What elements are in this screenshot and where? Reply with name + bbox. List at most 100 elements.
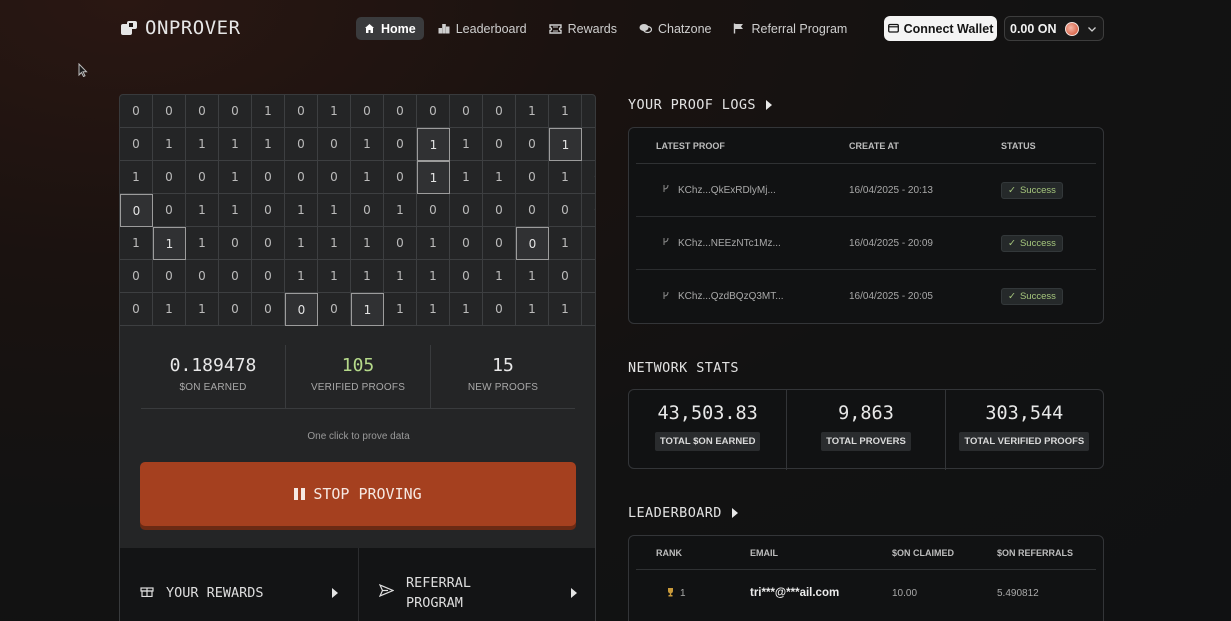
wallet-icon [887, 22, 899, 36]
grid-cell: 1 [318, 260, 351, 293]
grid-cell: 0 [516, 227, 549, 260]
status-badge: ✓ Success [1001, 288, 1063, 305]
grid-cell: 0 [483, 293, 516, 326]
grid-cell: 0 [252, 194, 285, 227]
balance-dropdown[interactable]: 0.00 ON [1004, 16, 1104, 41]
grid-cell: 0 [318, 161, 351, 194]
grid-cell: 1 [153, 293, 186, 326]
nav-referral-program[interactable]: Referral Program [725, 17, 855, 40]
proof-created: 16/04/2025 - 20:05 [849, 291, 933, 302]
referrals-value: 5.490812 [997, 587, 1039, 599]
grid-cell: 0 [219, 293, 252, 326]
table-row[interactable]: KChz...QzdBQzQ3MT... 16/04/2025 - 20:05 … [636, 270, 1096, 323]
your-rewards-label: YOUR REWARDS [166, 585, 264, 601]
stat-label: NEW PROOFS [467, 382, 539, 393]
grid-cell: 1 [285, 194, 318, 227]
proof-id: KChz...QzdBQzQ3MT... [656, 291, 849, 303]
nav-leaderboard[interactable]: Leaderboard [430, 17, 535, 40]
proof-id-text: KChz...QzdBQzQ3MT... [678, 291, 784, 302]
grid-cell: 1 [582, 128, 595, 161]
grid-cell: 0 [351, 95, 384, 128]
stat-on-earned: 0.189478 $ON EARNED [141, 345, 286, 408]
your-rewards-link[interactable]: YOUR REWARDS [120, 548, 359, 621]
connect-wallet-button[interactable]: Connect Wallet [884, 16, 997, 41]
grid-cell: 1 [417, 161, 450, 194]
status-text: Success [1019, 237, 1056, 249]
stop-proving-button[interactable]: STOP PROVING [140, 462, 576, 526]
grid-cell: 1 [549, 227, 582, 260]
trophy-icon [666, 587, 675, 600]
net-stat-label: TOTAL PROVERS [821, 432, 911, 451]
col-create-at: CREATE AT [849, 140, 899, 151]
grid-cell: 0 [252, 161, 285, 194]
nav-chatzone[interactable]: Chatzone [631, 17, 720, 40]
grid-cell: 1 [318, 227, 351, 260]
grid-cell: 0 [285, 128, 318, 161]
grid-cell: 0 [351, 194, 384, 227]
grid-cell: 1 [384, 260, 417, 293]
grid-cell: 0 [417, 95, 450, 128]
col-on-claimed: $ON CLAIMED [892, 547, 955, 558]
referral-program-link[interactable]: REFERRAL PROGRAM [359, 548, 595, 621]
col-latest-proof: LATEST PROOF [656, 140, 725, 151]
grid-cell: 0 [417, 194, 450, 227]
net-stat-label: TOTAL VERIFIED PROOFS [959, 432, 1090, 451]
flag-icon [733, 23, 745, 34]
grid-cell: 1 [549, 293, 582, 326]
chevron-down-icon [1087, 20, 1097, 38]
grid-cell: 1 [186, 194, 219, 227]
grid-cell: 1 [285, 227, 318, 260]
proof-id: KChz...NEEzNTc1Mz... [656, 237, 849, 249]
nav-rewards[interactable]: Rewards [541, 17, 625, 40]
email-value: tri***@***ail.com [750, 587, 840, 599]
stop-proving-label: STOP PROVING [313, 485, 422, 503]
grid-cell: 1 [417, 128, 450, 161]
grid-cell: 1 [417, 227, 450, 260]
grid-cell: 0 [120, 128, 153, 161]
send-icon [378, 583, 395, 602]
grid-cell: 0 [120, 293, 153, 326]
grid-cell: 0 [483, 194, 516, 227]
col-rank: RANK [656, 547, 682, 558]
grid-cell: 1 [186, 128, 219, 161]
nav-home[interactable]: Home [356, 17, 424, 40]
stat-label: $ON EARNED [179, 382, 247, 393]
branch-icon [662, 184, 670, 196]
table-row[interactable]: KChz...QkExRDlyMj... 16/04/2025 - 20:13 … [636, 164, 1096, 217]
chevron-right-icon [731, 508, 738, 518]
net-stat-total-provers: 9,863 TOTAL PROVERS [787, 390, 946, 470]
grid-cell: 0 [483, 128, 516, 161]
grid-cell: 0 [186, 95, 219, 128]
net-stat-label: TOTAL $ON EARNED [654, 432, 761, 451]
table-row[interactable]: 1 tri***@***ail.com 10.00 5.490812 [636, 570, 1096, 616]
grid-cell: 0 [516, 128, 549, 161]
grid-cell: 0 [153, 260, 186, 293]
grid-cell: 0 [384, 161, 417, 194]
logo-text: ONPROVER [145, 17, 241, 39]
chevron-right-icon [765, 100, 772, 110]
logo[interactable]: ONPROVER [120, 17, 241, 39]
referral-label-line2: PROGRAM [406, 595, 463, 611]
prove-hint: One click to prove data [307, 431, 410, 442]
table-row[interactable]: KChz...NEEzNTc1Mz... 16/04/2025 - 20:09 … [636, 217, 1096, 270]
proof-logs-title[interactable]: YOUR PROOF LOGS [628, 97, 772, 113]
quick-links: YOUR REWARDS REFERRAL PROGRAM [120, 548, 595, 621]
proof-created: 16/04/2025 - 20:09 [849, 237, 933, 249]
pause-icon [294, 488, 306, 500]
status-text: Success [1019, 291, 1056, 302]
grid-cell: 1 [582, 227, 595, 260]
stat-new-proofs: 15 NEW PROOFS [431, 345, 575, 408]
grid-cell: 0 [384, 95, 417, 128]
grid-cell: 0 [153, 95, 186, 128]
leaderboard-header: RANK EMAIL $ON CLAIMED $ON REFERRALS [636, 536, 1096, 570]
leaderboard-title[interactable]: LEADERBOARD [628, 505, 738, 521]
branch-icon [662, 237, 670, 249]
proof-id-text: KChz...NEEzNTc1Mz... [678, 237, 781, 249]
status-badge: ✓ Success [1001, 181, 1063, 199]
grid-cell: 1 [351, 161, 384, 194]
claimed-value: 10.00 [892, 587, 918, 599]
net-stat-value: 303,544 [985, 403, 1064, 424]
proof-logs-table: LATEST PROOF CREATE AT STATUS KChz...QkE… [628, 127, 1104, 324]
connect-wallet-label: Connect Wallet [903, 21, 994, 36]
chevron-right-icon [332, 588, 338, 598]
